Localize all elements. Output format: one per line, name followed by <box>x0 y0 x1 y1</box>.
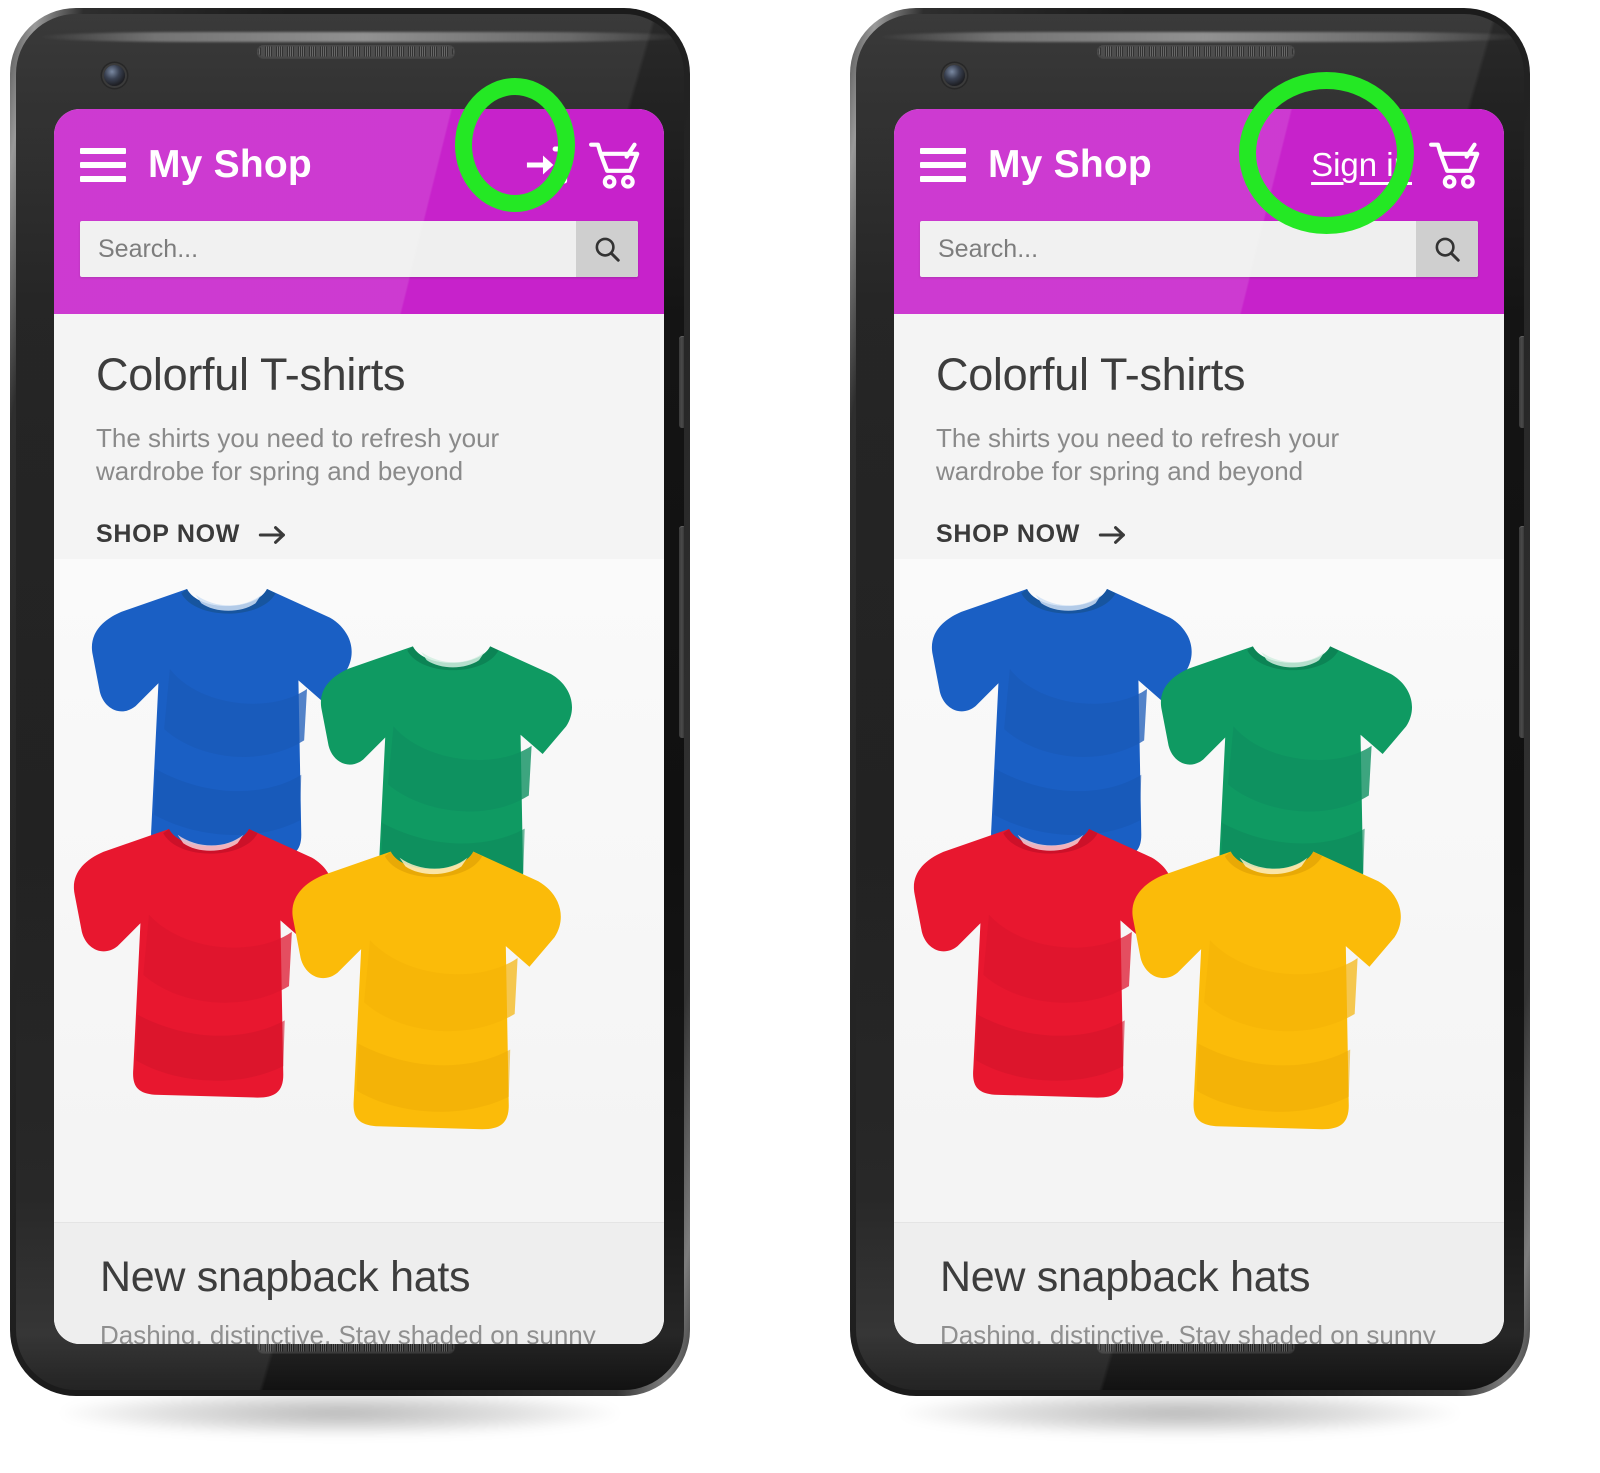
phone-edge-highlight <box>38 32 684 42</box>
login-arrow-icon <box>526 146 568 184</box>
sign-in-button[interactable] <box>520 130 572 200</box>
shop-now-button[interactable]: SHOP NOW <box>936 520 1128 549</box>
tshirt-yellow <box>1122 831 1422 1141</box>
shop-now-button[interactable]: SHOP NOW <box>96 520 288 549</box>
phone-right: My Shop Sign in Search... Colorful T-shi… <box>840 0 1540 1473</box>
front-camera-icon <box>104 65 125 86</box>
shop-now-label: SHOP NOW <box>936 520 1081 549</box>
hamburger-menu-icon[interactable] <box>80 148 126 182</box>
search-button[interactable] <box>1416 221 1478 277</box>
phone-body: My Shop Search... Colorful T-shirts The … <box>16 14 684 1390</box>
app-title: My Shop <box>988 143 1152 186</box>
arrow-right-icon <box>258 525 285 544</box>
hero-subtitle: The shirts you need to refresh your ward… <box>96 422 500 486</box>
app-title: My Shop <box>148 143 312 186</box>
shopping-cart-icon[interactable] <box>588 140 642 190</box>
phone-edge-highlight <box>878 32 1524 42</box>
phone-body: My Shop Sign in Search... Colorful T-shi… <box>856 14 1524 1390</box>
shop-now-label: SHOP NOW <box>96 520 241 549</box>
search-bar <box>54 221 664 277</box>
hero-title: Colorful T-shirts <box>96 349 406 400</box>
hero-subtitle: The shirts you need to refresh your ward… <box>936 422 1340 486</box>
snapback-hats-card[interactable]: New snapback hats Dashing, distinctive. … <box>54 1222 664 1344</box>
page-content: Colorful T-shirts The shirts you need to… <box>54 314 664 1344</box>
volume-button[interactable] <box>679 526 684 738</box>
volume-button[interactable] <box>1519 526 1524 738</box>
phone-screen: My Shop Search... Colorful T-shirts The … <box>54 109 664 1344</box>
search-icon <box>1435 237 1460 262</box>
search-input[interactable] <box>920 221 1416 277</box>
snapback-title: New snapback hats <box>100 1253 471 1301</box>
phone-screen: My Shop Sign in Search... Colorful T-shi… <box>894 109 1504 1344</box>
earpiece-speaker <box>257 45 455 58</box>
phone-drop-shadow <box>60 1390 620 1436</box>
snapback-hats-card[interactable]: New snapback hats Dashing, distinctive. … <box>894 1222 1504 1344</box>
arrow-right-icon <box>1098 525 1125 544</box>
tshirt-yellow <box>282 831 582 1141</box>
search-input[interactable] <box>80 221 576 277</box>
front-camera-icon <box>944 65 965 86</box>
snapback-title: New snapback hats <box>940 1253 1311 1301</box>
page-content: Colorful T-shirts The shirts you need to… <box>894 314 1504 1344</box>
phone-left: My Shop Search... Colorful T-shirts The … <box>0 0 700 1473</box>
snapback-subtitle: Dashing, distinctive. Stay shaded on sun… <box>940 1320 1436 1344</box>
hamburger-menu-icon[interactable] <box>920 148 966 182</box>
product-photo <box>894 559 1504 1160</box>
search-button[interactable] <box>576 221 638 277</box>
snapback-subtitle: Dashing, distinctive. Stay shaded on sun… <box>100 1320 596 1344</box>
power-button[interactable] <box>679 336 684 428</box>
app-bar: My Shop Sign in <box>894 109 1504 314</box>
app-bar: My Shop <box>54 109 664 314</box>
sign-in-button[interactable]: Sign in <box>1311 130 1412 200</box>
earpiece-speaker <box>1097 45 1295 58</box>
hero-card: Colorful T-shirts The shirts you need to… <box>54 314 664 1222</box>
product-photo <box>54 559 664 1160</box>
phone-drop-shadow <box>900 1390 1460 1436</box>
shopping-cart-icon[interactable] <box>1428 140 1482 190</box>
power-button[interactable] <box>1519 336 1524 428</box>
search-bar <box>894 221 1504 277</box>
sign-in-label: Sign in <box>1311 146 1412 183</box>
comparison-screenshot: My Shop Search... Colorful T-shirts The … <box>0 0 1600 1473</box>
hero-card: Colorful T-shirts The shirts you need to… <box>894 314 1504 1222</box>
search-icon <box>595 237 620 262</box>
hero-title: Colorful T-shirts <box>936 349 1246 400</box>
